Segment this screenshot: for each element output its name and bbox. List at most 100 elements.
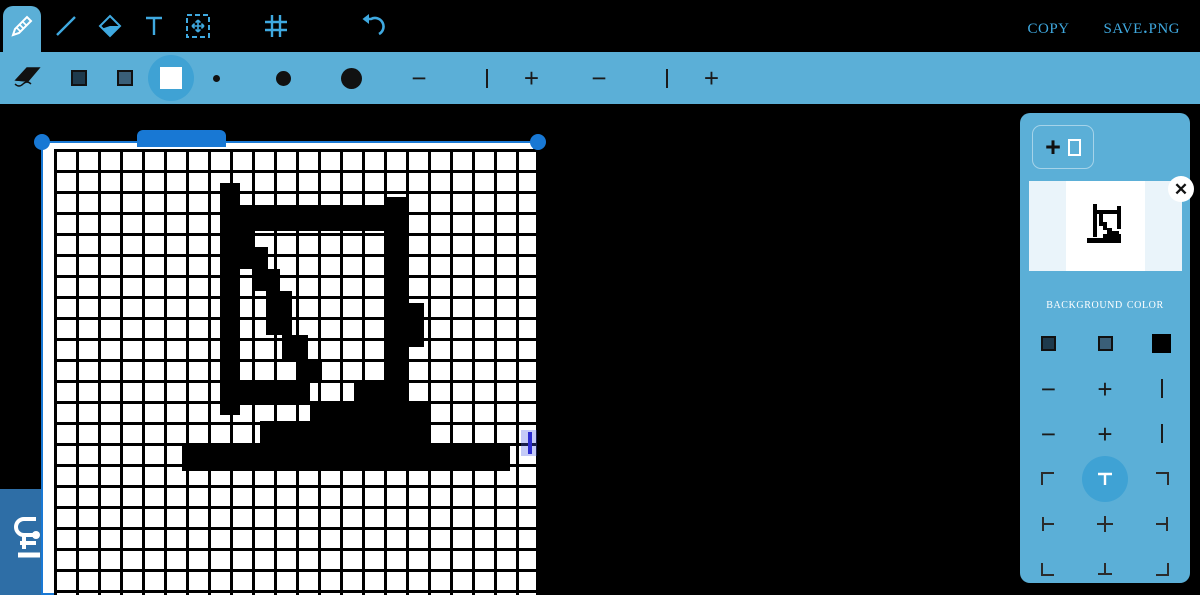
move-tool[interactable] xyxy=(176,0,220,52)
text-caret xyxy=(521,430,537,456)
ink-stroke xyxy=(220,183,240,415)
line-icon xyxy=(56,16,76,36)
plus-icon: + xyxy=(1097,418,1113,449)
anchor-row-top xyxy=(1020,455,1190,502)
ink-stroke xyxy=(354,381,408,403)
anchor-bottom-right[interactable] xyxy=(1133,559,1190,579)
anchor-top-left[interactable] xyxy=(1020,469,1077,489)
corner-br-icon xyxy=(1155,562,1169,576)
text-icon xyxy=(146,16,162,35)
height-value[interactable] xyxy=(644,52,689,104)
swatch-color-chip xyxy=(117,70,133,86)
plus-icon: + xyxy=(1045,131,1061,162)
dot-glyph xyxy=(275,70,291,86)
rectangle-icon xyxy=(1067,138,1081,156)
corner-bl-icon xyxy=(1041,562,1055,576)
corner-tl-icon xyxy=(1041,471,1055,485)
minus-icon: − xyxy=(1040,373,1056,404)
dot-glyph xyxy=(340,67,362,89)
undo-icon xyxy=(362,14,385,36)
anchor-middle-left[interactable] xyxy=(1020,514,1077,534)
edge-left-icon xyxy=(1042,516,1055,531)
bg-height-row: − + xyxy=(1020,411,1190,456)
layer-thumbnail[interactable] xyxy=(1029,181,1182,271)
bg-width-increase[interactable]: + xyxy=(1077,376,1134,402)
close-icon[interactable]: ✕ xyxy=(1168,176,1194,202)
dot-size-tiny[interactable] xyxy=(194,52,238,104)
layers-icon xyxy=(14,517,40,558)
top-toolbar: Copy Save.png xyxy=(0,0,1200,52)
ink-stroke xyxy=(282,335,308,359)
minus-icon: − xyxy=(1040,418,1056,449)
canvas-drag-tab[interactable] xyxy=(137,130,226,147)
app-root: Copy Save.png xyxy=(0,0,1200,595)
minus-icon: − xyxy=(591,63,607,93)
text-tool[interactable] xyxy=(132,0,176,52)
ink-stroke xyxy=(240,247,268,269)
bg-swatch-row xyxy=(1020,321,1190,366)
swatch-color-chip xyxy=(1152,334,1172,353)
edge-right-icon xyxy=(1155,516,1168,531)
anchor-bottom-center[interactable] xyxy=(1077,559,1134,579)
corner-tr-icon xyxy=(1155,471,1169,485)
anchor-top-right[interactable] xyxy=(1133,469,1190,489)
fill-tool[interactable] xyxy=(88,0,132,52)
anchor-bottom-left[interactable] xyxy=(1020,559,1077,579)
edge-bottom-icon xyxy=(1098,562,1112,575)
swatch-slate-blue[interactable] xyxy=(102,52,148,104)
layers-flyout-panel[interactable] xyxy=(0,489,41,595)
bg-swatch-dark-navy[interactable] xyxy=(1020,336,1077,351)
thumbnail-preview-icon xyxy=(1086,204,1121,243)
dot-size-large[interactable] xyxy=(328,52,374,104)
eraser-icon xyxy=(14,67,41,87)
swatch-color-chip xyxy=(71,70,87,86)
sidebar-controls-grid: − + − + xyxy=(1020,321,1190,591)
canvas-handle-top-right[interactable] xyxy=(530,134,546,150)
line-tool[interactable] xyxy=(44,0,88,52)
save-png-button[interactable]: Save.png xyxy=(1104,14,1181,39)
eraser-tool[interactable] xyxy=(0,52,56,104)
width-value[interactable] xyxy=(464,52,509,104)
anchor-row-middle xyxy=(1020,501,1190,546)
copy-button[interactable]: Copy xyxy=(1027,14,1069,39)
swatch-dark-navy[interactable] xyxy=(56,52,102,104)
pencil-tool[interactable] xyxy=(0,0,44,52)
thumbnail-band-left xyxy=(1029,181,1066,271)
properties-sidebar: + ✕ Background color xyxy=(1020,113,1194,583)
width-decrease[interactable]: − xyxy=(374,52,464,104)
paint-bucket-icon xyxy=(98,14,122,38)
add-layer-button[interactable]: + xyxy=(1032,125,1094,169)
anchor-top-center[interactable] xyxy=(1077,455,1134,502)
swatch-white[interactable] xyxy=(148,52,194,104)
ink-stroke xyxy=(254,269,280,291)
ink-stroke xyxy=(260,421,428,445)
ink-stroke xyxy=(398,303,424,347)
anchor-center[interactable] xyxy=(1077,513,1134,535)
undo-tool[interactable] xyxy=(350,0,394,52)
top-right-actions: Copy Save.png xyxy=(1027,14,1200,39)
grid-tool[interactable] xyxy=(254,0,298,52)
ink-stroke xyxy=(240,381,310,405)
swatch-color-chip xyxy=(160,67,182,89)
dot-size-small[interactable] xyxy=(238,52,328,104)
bg-height-value[interactable] xyxy=(1133,424,1190,443)
center-icon xyxy=(1097,515,1113,532)
bg-width-value[interactable] xyxy=(1133,379,1190,398)
bg-height-increase[interactable]: + xyxy=(1077,421,1134,447)
height-decrease[interactable]: − xyxy=(554,52,644,104)
ink-stroke xyxy=(296,359,322,381)
bg-width-decrease[interactable]: − xyxy=(1020,376,1077,402)
canvas-handle-top-left[interactable] xyxy=(34,134,50,150)
canvas-paper[interactable] xyxy=(54,149,536,595)
bg-swatch-black[interactable] xyxy=(1133,334,1190,353)
swatch-color-chip xyxy=(1040,336,1056,351)
bg-height-decrease[interactable]: − xyxy=(1020,421,1077,447)
height-increase[interactable]: + xyxy=(689,52,734,104)
swatch-selected-ring xyxy=(148,55,194,101)
width-increase[interactable]: + xyxy=(509,52,554,104)
anchor-middle-right[interactable] xyxy=(1133,514,1190,534)
drawing-canvas[interactable] xyxy=(34,130,546,595)
bg-swatch-slate-blue[interactable] xyxy=(1077,336,1134,351)
swatch-color-chip xyxy=(1097,336,1113,351)
bar-icon xyxy=(485,68,488,88)
